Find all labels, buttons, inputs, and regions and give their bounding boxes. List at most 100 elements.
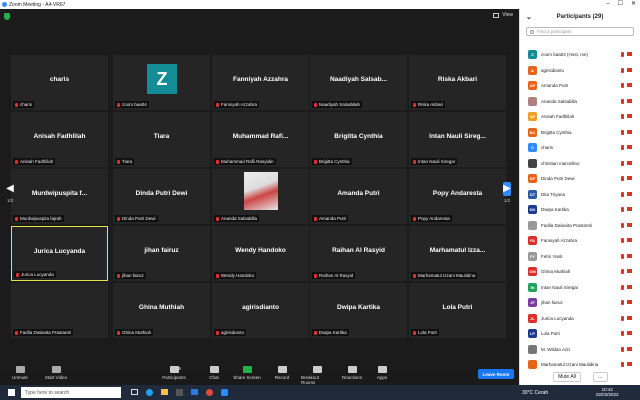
tile-name: Dwipa Kartika <box>337 304 380 311</box>
participant-row[interactable]: FA Fanniyah Azzahra <box>520 233 640 249</box>
participant-row[interactable]: Fadila Dwianita Prastantri <box>520 218 640 234</box>
close-icon[interactable]: ✕ <box>631 0 636 9</box>
participant-tile[interactable]: Wendy Handoko Wendy Handoko <box>212 226 309 281</box>
tile-label: Ananda Salsabilla <box>214 215 260 222</box>
participant-row[interactable]: Ccharis <box>520 140 640 156</box>
participant-row[interactable]: DK Dwipa Kartika <box>520 202 640 218</box>
apps-button[interactable]: Apps <box>366 366 398 380</box>
breakout-rooms-button[interactable]: Breakout Rooms <box>301 366 333 385</box>
participant-row[interactable]: AP Amanda Putri <box>520 78 640 94</box>
participant-row[interactable]: GM Ghina Muthiah <box>520 264 640 280</box>
apps-icon <box>377 366 387 373</box>
start-video-button[interactable]: Start Video <box>40 366 72 380</box>
participants-title: Participants (29) <box>556 14 604 20</box>
participant-row[interactable]: BC Brigitta Cynthia <box>520 125 640 141</box>
participant-row[interactable]: JF jihan fairuz <box>520 295 640 311</box>
minimize-icon[interactable]: – <box>606 0 609 9</box>
tile-label: Raihan Al Rasyid <box>312 272 356 279</box>
chrome-icon[interactable] <box>206 389 213 396</box>
participant-tile[interactable]: Muhammad Rafi... Muhammad Rafii Rasyidin <box>212 112 309 167</box>
record-button[interactable]: Record <box>266 366 298 380</box>
participant-name: zoom baa04 (Host, me) <box>541 52 589 58</box>
more-button[interactable]: … <box>592 372 608 382</box>
file-explorer-icon[interactable] <box>161 389 168 395</box>
tile-label-text: agirisdianto <box>221 330 245 335</box>
leave-room-button[interactable]: Leave Room <box>478 369 514 379</box>
participants-button[interactable]: Participants <box>158 366 190 380</box>
tile-label-text: jihan fairuz <box>122 273 144 278</box>
participant-tile[interactable]: jihan fairuz jihan fairuz <box>113 226 210 281</box>
muted-mic-icon <box>216 102 219 107</box>
participant-tile[interactable]: Fanniyah Azzahra Fanniyah Azzahra <box>212 55 309 110</box>
participant-name: Fadila Dwianita Prastantri <box>541 222 593 228</box>
maximize-icon[interactable]: ☐ <box>618 0 623 9</box>
participant-tile[interactable]: Anisah Fadhlilah Anisah Fadhlilah <box>11 112 108 167</box>
participant-row[interactable]: AF Anisah Fadhlilah <box>520 109 640 125</box>
participant-tile[interactable]: Naadiyah Salsab... Naadiyah Salsabilah <box>310 55 407 110</box>
edge-icon[interactable] <box>146 389 153 396</box>
participant-tile[interactable]: Tiara Tiara <box>113 112 210 167</box>
participant-tile[interactable]: Lola Putri Lola Putri <box>409 283 506 338</box>
mute-all-button[interactable]: Mute All <box>553 372 581 382</box>
participant-tile[interactable]: Ananda Salsabilla <box>212 169 309 224</box>
participant-row[interactable]: DP Dinda Putri Dewi <box>520 171 640 187</box>
mail-icon[interactable] <box>191 389 198 395</box>
participant-tile[interactable]: Riska Akbari Riska Akbari <box>409 55 506 110</box>
participant-row[interactable]: Marhamatul Izzani Maulidina <box>520 357 640 373</box>
participant-row[interactable]: LP Lola Putri <box>520 326 640 342</box>
participant-search-input[interactable]: Find a participant <box>526 27 634 36</box>
participant-row[interactable]: JL Jurica Lucyanda <box>520 311 640 327</box>
security-shield-icon[interactable] <box>4 13 10 20</box>
participant-tile[interactable]: Fadila Dwianita Prastantri <box>11 283 108 338</box>
participant-tile[interactable]: Marhamatul Izza... Marhamatul Izzani Maul… <box>409 226 506 281</box>
participants-header: ⌄ Participants (29) <box>520 9 640 25</box>
participant-tile[interactable]: Amanda Putri Amanda Putri <box>310 169 407 224</box>
task-view-icon[interactable] <box>131 389 138 395</box>
tile-label-text: Raihan Al Rasyid <box>319 273 354 278</box>
participant-row[interactable]: DT Dita Triyana <box>520 187 640 203</box>
participant-tile[interactable]: Intan Nauli Sireg... Intan Nauli Siregar <box>409 112 506 167</box>
participant-tile[interactable]: Murdwipuspita f... Murdwipuspita fajrah <box>11 169 108 224</box>
tile-label: Muhammad Rafii Rasyidin <box>214 158 276 165</box>
participant-tile[interactable]: Dinda Putri Dewi Dinda Putri Dewi <box>113 169 210 224</box>
windows-start-icon[interactable] <box>8 389 15 396</box>
tile-label: Fanniyah Azzahra <box>214 101 260 108</box>
avatar: FA <box>528 236 537 246</box>
participant-tile[interactable]: Jurica Lucyanda Jurica Lucyanda <box>11 226 108 281</box>
avatar: JF <box>528 298 537 308</box>
chat-button[interactable]: Chat <box>198 366 230 380</box>
participant-row[interactable]: christian marcellino <box>520 156 640 172</box>
participant-tile[interactable]: Popy Andaresta Popy Andaresta <box>409 169 506 224</box>
participant-tile[interactable]: Ghina Muthiah Ghina Muthiah <box>113 283 210 338</box>
participant-tile[interactable]: Raihan Al Rasyid Raihan Al Rasyid <box>310 226 407 281</box>
share-screen-button[interactable]: Share Screen <box>231 366 263 380</box>
prev-page-arrow[interactable]: ◀ <box>6 182 14 196</box>
chevron-down-icon[interactable]: ⌄ <box>526 13 532 21</box>
participant-row[interactable]: Aagirisdianto <box>520 63 640 79</box>
view-button[interactable]: View <box>493 12 513 18</box>
clock[interactable]: 10:42 02/03/2022 <box>596 387 619 397</box>
participant-name: Marhamatul Izzani Maulidina <box>541 362 599 368</box>
avatar: Z <box>528 50 537 60</box>
taskbar-search-input[interactable]: Type here to search <box>21 387 121 398</box>
muted-mic-icon <box>621 284 624 290</box>
store-icon[interactable] <box>176 389 183 396</box>
participant-tile[interactable]: Brigitta Cynthia Brigitta Cynthia <box>310 112 407 167</box>
weather-text[interactable]: 30°C Cerah <box>522 390 548 396</box>
reactions-button[interactable]: Reactions <box>336 366 368 380</box>
tile-label: Marhamatul Izzani Maulidina <box>411 272 478 279</box>
participant-row[interactable]: Zzoom baa04 (Host, me) <box>520 47 640 63</box>
participant-tile[interactable]: Zzoom baa04 <box>113 55 210 110</box>
participant-tile[interactable]: Dwipa Kartika Dwipa Kartika <box>310 283 407 338</box>
participant-row[interactable]: IN Intan Nauli Siregar <box>520 280 640 296</box>
tile-name: Amanda Putri <box>337 190 380 197</box>
participant-row[interactable]: Ananda Salsabilla <box>520 94 640 110</box>
next-page-arrow[interactable]: ▶ <box>503 182 511 196</box>
unmute-button[interactable]: Unmute <box>4 366 36 380</box>
participant-tile[interactable]: charis charis <box>11 55 108 110</box>
participant-tile[interactable]: agirisdianto agirisdianto <box>212 283 309 338</box>
zoom-taskbar-icon[interactable] <box>221 389 228 396</box>
participant-row[interactable]: M. Wildan Aziz <box>520 342 640 358</box>
participant-row[interactable]: FY Febri Yanti <box>520 249 640 265</box>
participant-search-placeholder: Find a participant <box>537 29 572 34</box>
